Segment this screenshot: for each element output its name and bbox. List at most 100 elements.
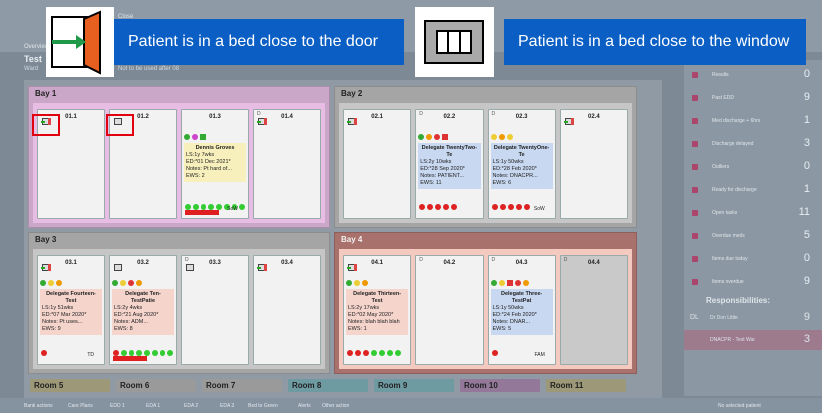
alert-bar <box>113 356 147 361</box>
overdue-icon <box>692 279 698 285</box>
statusbar-item[interactable]: Alerts <box>298 403 311 409</box>
statusbar-item[interactable]: Bed to Green <box>248 403 278 409</box>
bed-number: 04.4 <box>588 260 600 266</box>
room-6[interactable]: Room 6 <box>116 379 196 392</box>
summary-row[interactable]: Items overdue 9 <box>684 271 822 293</box>
room-11[interactable]: Room 11 <box>546 379 626 392</box>
statusbar-item[interactable]: Bank actions <box>24 403 53 409</box>
patient-card[interactable]: Delegate Ten-TestPatie LS:2y 4wks ED:*21… <box>112 289 174 335</box>
bed-number: 03.2 <box>137 260 149 266</box>
summary-count: 0 <box>803 252 810 264</box>
bed-04-4[interactable]: D 04.4 <box>559 255 628 365</box>
patient-ews: EWS: 8 <box>114 326 133 332</box>
window-tooltip-text: Patient is in a bed close to the window <box>504 19 806 65</box>
responsibility-count: 3 <box>803 333 810 345</box>
bay-title: Bay 2 <box>341 89 363 98</box>
bed-01-4[interactable]: D 01.4 <box>253 109 321 219</box>
patient-tag: SoW <box>227 206 238 212</box>
room-5[interactable]: Room 5 <box>30 379 110 392</box>
bed-number: 02.3 <box>515 114 528 120</box>
outlier-icon <box>692 164 698 170</box>
today-icon <box>692 256 698 262</box>
patient-ls: LS:1y 51wks <box>42 305 74 311</box>
bed-number: 01.4 <box>281 114 293 120</box>
window-large-icon <box>415 7 494 77</box>
patient-tag: SoW <box>533 206 545 212</box>
room-7[interactable]: Room 7 <box>202 379 282 392</box>
statusbar-item[interactable]: Care Plans <box>68 403 93 409</box>
delay-icon <box>692 141 698 147</box>
summary-label: Overdue meds <box>712 233 745 239</box>
patient-name: Delegate Ten-TestPatie <box>125 291 161 304</box>
patient-notes: Notes: Pt hard of... <box>186 166 232 172</box>
bed-01-3[interactable]: 01.3 Dennis Groves LS:1y 7wks ED:*01 Dec… <box>181 109 249 219</box>
patient-name: Delegate Three-TestPat <box>500 291 543 304</box>
patient-name: Delegate Thirteen-Test <box>353 291 402 304</box>
responsibility-row[interactable]: DNACPR - Test War 3 <box>684 330 822 350</box>
patient-card[interactable]: Delegate Fourteen-Test LS:1y 51wks ED:*0… <box>40 289 102 335</box>
patient-ls: LS:2y 17wks <box>348 305 380 311</box>
highlight-box <box>32 114 60 136</box>
bed-02-4[interactable]: 02.4 <box>559 109 628 219</box>
responsibility-row[interactable]: DL Dr Don Little 9 <box>684 308 822 328</box>
patient-tag: FAM <box>534 352 545 358</box>
bed-04-1[interactable]: 04.1 Delegate Thirteen-Test LS:2y 17wks … <box>343 255 412 365</box>
bed-number: 02.2 <box>443 114 456 120</box>
bay-title: Bay 4 <box>341 235 363 244</box>
status-icons <box>346 278 408 287</box>
patient-card[interactable]: Delegate Three-TestPat LS:1y 50wks ED:*2… <box>490 289 553 335</box>
statusbar-item[interactable]: Other action <box>322 403 349 409</box>
patient-ews: EWS: 11 <box>420 180 442 186</box>
patient-card[interactable]: Dennis Groves LS:1y 7wks ED:*01 Dec 2021… <box>184 143 246 182</box>
summary-row[interactable]: Med discharge + 6hrs 1 <box>684 110 822 132</box>
patient-name: Delegate Fourteen-Test <box>46 291 96 304</box>
summary-label: Open tasks <box>712 210 738 216</box>
summary-sidebar: Results 0 Past EDD 9 Med discharge + 6hrs 1… <box>684 60 822 396</box>
summary-row[interactable]: Discharge delayed 3 <box>684 133 822 155</box>
summary-row[interactable]: Open tasks 11 <box>684 202 822 224</box>
room-9[interactable]: Room 9 <box>374 379 454 392</box>
summary-count: 0 <box>803 160 810 172</box>
bed-02-1[interactable]: 02.1 <box>343 109 412 219</box>
bed-04-2[interactable]: D 04.2 <box>415 255 484 365</box>
patient-card[interactable]: Delegate TwentyTwo-Te LS:2y 10wks ED:*28… <box>418 143 481 189</box>
statusbar-item[interactable]: EDA 2 <box>184 403 198 409</box>
responsibility-name: DNACPR - Test War <box>710 337 756 343</box>
patient-ed: ED:*28 Sep 2020* <box>420 166 465 172</box>
bay-2: Bay 2 02.1 D 02.2 Delegate TwentyTwo-Te … <box>334 86 637 228</box>
summary-label: Outliers <box>712 164 730 170</box>
summary-row[interactable]: Ready for discharge 1 <box>684 179 822 201</box>
bed-04-3[interactable]: D 04.3 Delegate Three-TestPat LS:1y 50wk… <box>487 255 556 365</box>
bed-number: 04.2 <box>443 260 456 266</box>
summary-label: Ready for discharge <box>712 187 757 193</box>
bed-02-2[interactable]: D 02.2 Delegate TwentyTwo-Te LS:2y 10wks… <box>415 109 484 219</box>
summary-row[interactable]: Past EDD 9 <box>684 87 822 109</box>
bed-02-3[interactable]: D 02.3 Delegate TwentyOne-Te LS:1y 50wks… <box>487 109 556 219</box>
room-10[interactable]: Room 10 <box>460 379 540 392</box>
summary-count: 5 <box>803 229 810 241</box>
summary-row[interactable]: Outliers 0 <box>684 156 822 178</box>
bed-number: 03.4 <box>281 260 293 266</box>
bed-03-3[interactable]: D 03.3 <box>181 255 249 365</box>
door-tooltip-text: Patient is in a bed close to the door <box>114 19 404 65</box>
patient-name: Delegate TwentyTwo-Te <box>421 145 478 158</box>
room-8[interactable]: Room 8 <box>288 379 368 392</box>
statusbar-item[interactable]: EDD 1 <box>110 403 125 409</box>
bed-03-1[interactable]: 03.1 Delegate Fourteen-Test LS:1y 51wks … <box>37 255 105 365</box>
highlight-box <box>106 114 134 136</box>
bed-03-4[interactable]: 03.4 <box>253 255 321 365</box>
status-icons <box>490 132 553 141</box>
patient-card[interactable]: Delegate Thirteen-Test LS:2y 17wks ED:*0… <box>346 289 409 335</box>
statusbar-item[interactable]: EDA 1 <box>146 403 160 409</box>
summary-row[interactable]: Overdue meds 5 <box>684 225 822 247</box>
responsibility-count: 9 <box>803 311 810 323</box>
calendar-icon <box>692 95 698 101</box>
patient-card[interactable]: Delegate TwentyOne-Te LS:1y 50wks ED:*28… <box>490 143 553 189</box>
patient-ed: ED:*24 Feb 2020* <box>492 312 537 318</box>
bed-03-2[interactable]: 03.2 Delegate Ten-TestPatie LS:2y 4wks E… <box>109 255 177 365</box>
bed-number: 02.1 <box>371 114 383 120</box>
patient-ews: EWS: 5 <box>492 326 512 332</box>
summary-row[interactable]: Items due today 0 <box>684 248 822 270</box>
statusbar-item[interactable]: EDA 3 <box>220 403 234 409</box>
patient-tag: TD <box>87 352 94 358</box>
